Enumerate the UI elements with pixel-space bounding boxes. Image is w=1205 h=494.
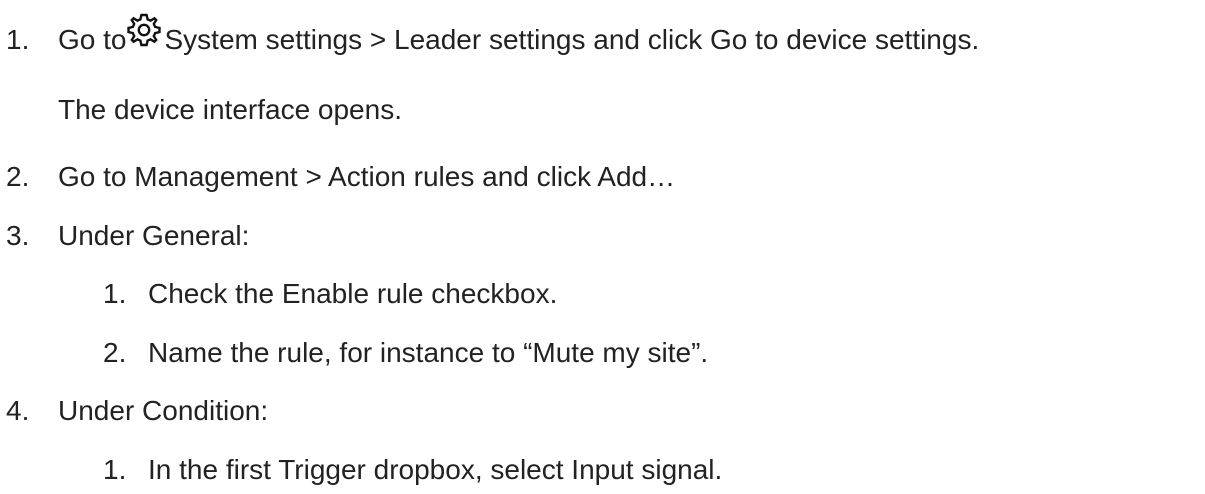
step-1: 1. Go to System settings > Leader settin… <box>0 13 980 64</box>
step-prefix: Go to <box>58 24 127 55</box>
step-4: 4. Under Condition: <box>0 387 268 435</box>
substep-3-2: 2. Name the rule, for instance to “Mute … <box>103 329 708 377</box>
substep-number: 1. <box>103 454 127 485</box>
step-text: Under General: <box>58 220 250 251</box>
step-1-continuation: The device interface opens. <box>58 86 402 134</box>
step-3: 3. Under General: <box>0 212 249 260</box>
instruction-document: 1. Go to System settings > Leader settin… <box>0 0 1205 493</box>
substep-3-1: 1. Check the Enable rule checkbox. <box>103 270 557 318</box>
step-number: 3. <box>6 220 30 251</box>
step-2: 2. Go to Management > Action rules and c… <box>0 153 675 201</box>
gear-icon <box>126 12 162 48</box>
step-number: 4. <box>6 395 30 426</box>
substep-text: In the first Trigger dropbox, select Inp… <box>148 454 723 485</box>
step-continuation-text: The device interface opens. <box>58 94 402 125</box>
step-text: Under Condition: <box>58 395 269 426</box>
step-number: 2. <box>6 161 30 192</box>
substep-4-1: 1. In the first Trigger dropbox, select … <box>103 446 722 494</box>
step-number: 1. <box>6 24 30 55</box>
substep-text: Name the rule, for instance to “Mute my … <box>148 337 709 368</box>
step-text: System settings > Leader settings and cl… <box>164 24 980 55</box>
step-text: Go to Management > Action rules and clic… <box>58 161 676 192</box>
substep-number: 2. <box>103 337 127 368</box>
substep-text: Check the Enable rule checkbox. <box>148 278 558 309</box>
substep-number: 1. <box>103 278 127 309</box>
